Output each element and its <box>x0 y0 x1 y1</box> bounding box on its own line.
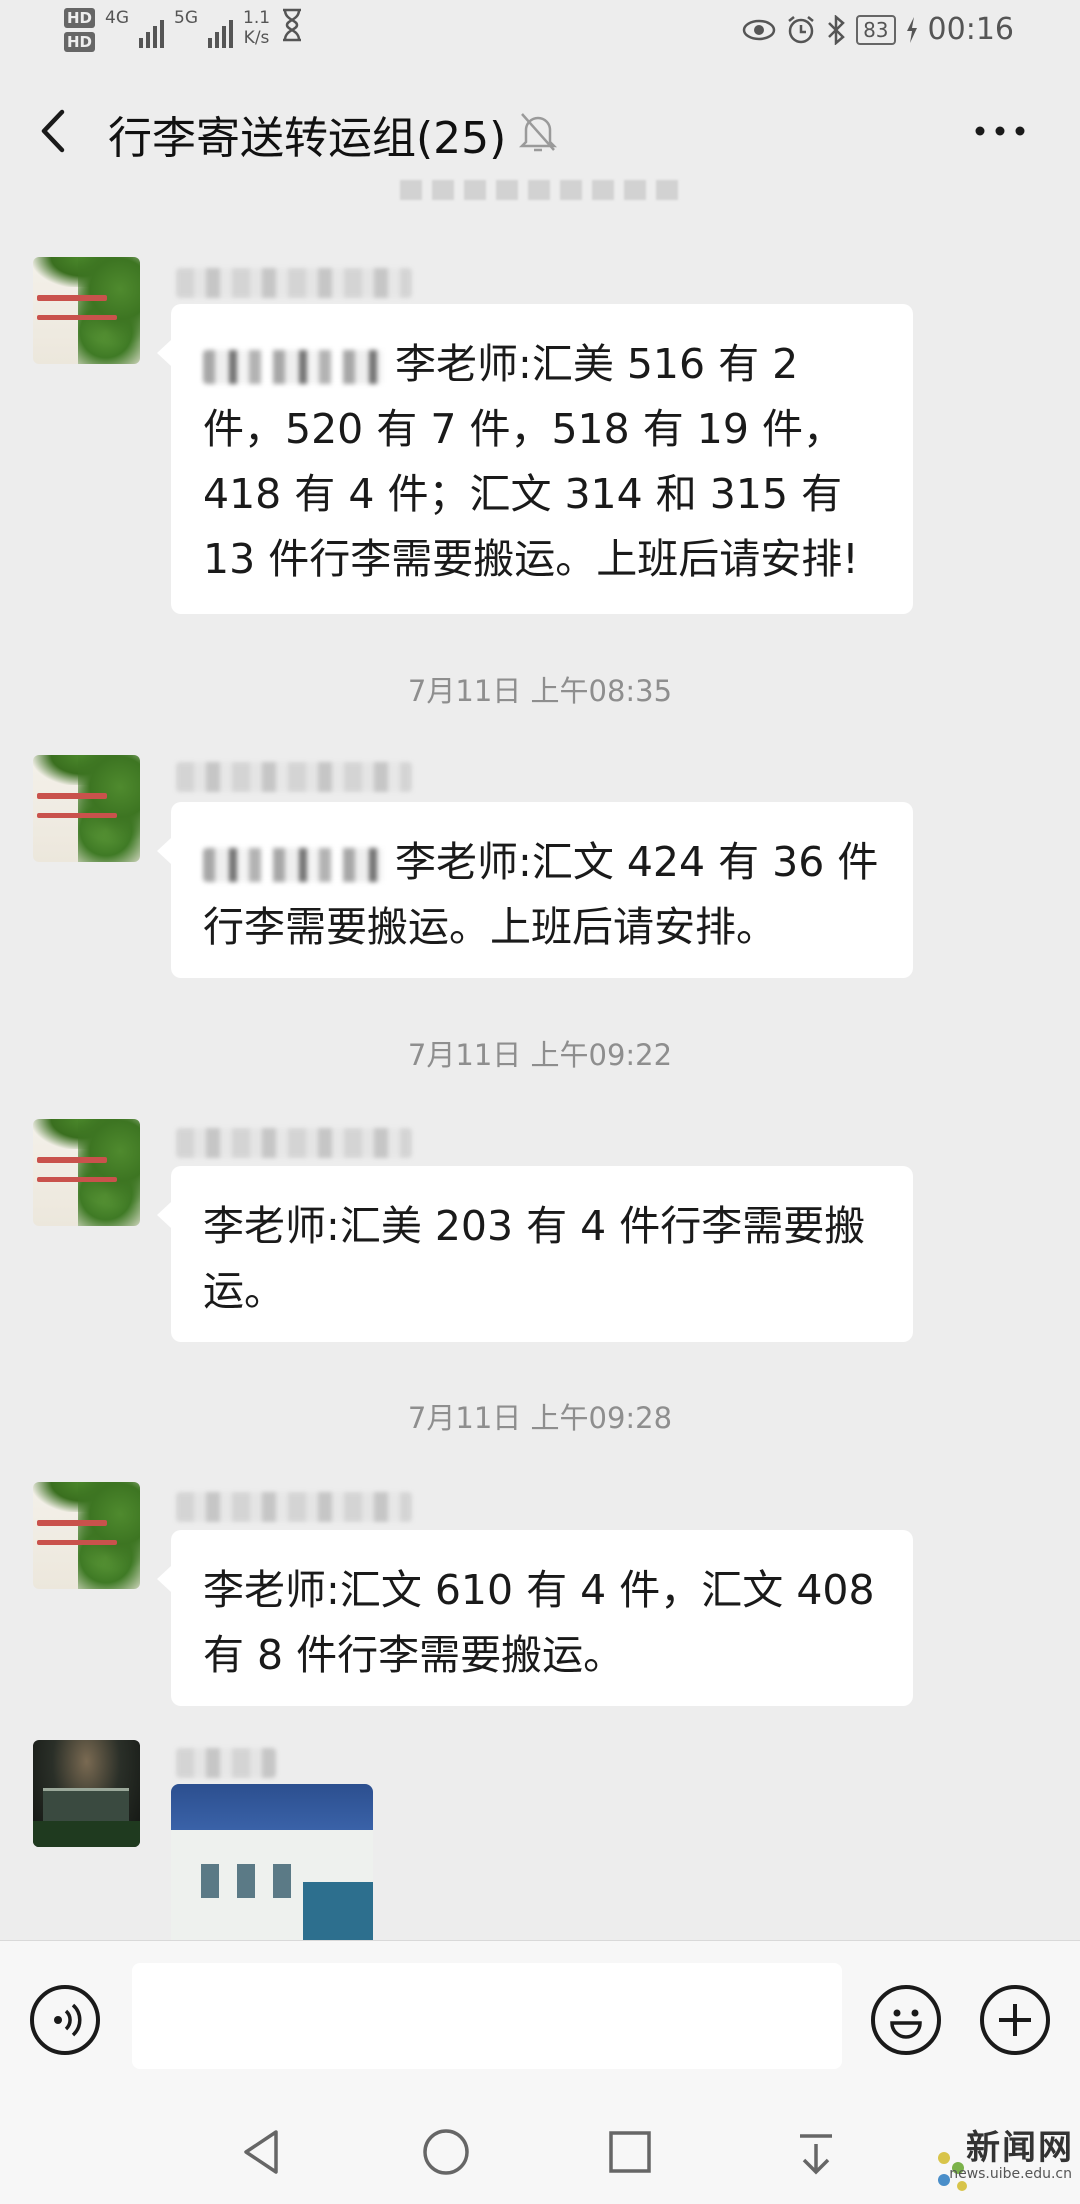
mention-blurred <box>203 848 383 882</box>
network-5g-label: 5G <box>174 8 199 28</box>
message-text: 李老师:汇文 610 有 4 件，汇文 408 有 8 件行李需要搬运。 <box>203 1566 875 1679</box>
status-bar: HD HD 4G 5G 1.1 K/s 83 00:16 <box>0 0 1080 66</box>
sender-name-blurred <box>176 1492 412 1522</box>
watermark-title: 新闻网 <box>966 2128 1074 2168</box>
nav-recents-icon[interactable] <box>600 2122 660 2182</box>
status-right: 83 00:16 <box>742 12 1014 47</box>
muted-bell-icon <box>518 113 558 152</box>
sender-name-blurred <box>176 762 412 792</box>
plus-icon[interactable] <box>980 1985 1050 2055</box>
message-bubble[interactable]: 李老师:汇文 424 有 36 件行李需要搬运。上班后请安排。 <box>157 802 913 978</box>
hd-indicators: HD HD <box>64 8 96 52</box>
nav-home-icon[interactable] <box>416 2122 476 2182</box>
sender-avatar[interactable] <box>33 1482 140 1589</box>
eye-icon <box>742 19 776 40</box>
chat-header: 行李寄送转运组(25) <box>0 66 1080 196</box>
chat-title: 行李寄送转运组(25) <box>108 113 507 164</box>
emoji-icon[interactable] <box>871 1985 941 2055</box>
hd-badge-1: HD <box>64 8 96 28</box>
sender-avatar[interactable] <box>33 755 140 862</box>
alarm-icon <box>788 15 814 43</box>
timestamp-cutoff <box>400 180 680 200</box>
sender-avatar[interactable] <box>33 257 140 364</box>
charging-icon <box>906 16 917 43</box>
sender-name-blurred <box>176 1128 412 1158</box>
message-bubble[interactable]: 李老师:汇文 610 有 4 件，汇文 408 有 8 件行李需要搬运。 <box>157 1530 913 1706</box>
voice-input-icon[interactable] <box>30 1985 100 2055</box>
hourglass-icon <box>283 8 302 42</box>
watermark-url: news.uibe.edu.cn <box>949 2166 1072 2182</box>
nav-notification-pull-icon[interactable] <box>786 2122 846 2182</box>
clock: 00:16 <box>927 12 1014 47</box>
speed-value: 1.1 <box>243 8 271 28</box>
bluetooth-icon <box>828 14 845 45</box>
sender-avatar[interactable] <box>33 1119 140 1226</box>
signal-icon-2 <box>208 8 234 48</box>
mention-blurred <box>203 350 383 384</box>
message-text: 李老师:汇美 203 有 4 件行李需要搬运。 <box>203 1202 866 1315</box>
speed-unit: K/s <box>243 28 270 48</box>
signal-icon <box>139 8 165 48</box>
sender-name-blurred <box>176 268 412 298</box>
timestamp: 7月11日 上午09:28 <box>407 1401 673 1435</box>
message-bubble[interactable]: 李老师:汇美 203 有 4 件行李需要搬运。 <box>157 1166 913 1342</box>
timestamp: 7月11日 上午08:35 <box>407 674 673 708</box>
nav-back-icon[interactable] <box>232 2122 292 2182</box>
sender-name-blurred <box>176 1748 276 1778</box>
message-bubble[interactable]: 李老师:汇美 516 有 2 件，520 有 7 件，518 有 19 件，41… <box>157 304 913 614</box>
more-options-icon[interactable] <box>970 116 1030 146</box>
timestamp: 7月11日 上午09:22 <box>407 1038 673 1072</box>
battery-level: 83 <box>856 14 896 45</box>
status-left: HD HD 4G 5G 1.1 K/s <box>64 8 304 52</box>
hd-badge-2: HD <box>64 32 96 52</box>
input-bar <box>0 1940 1080 2101</box>
image-message[interactable] <box>171 1784 373 1940</box>
sender-avatar[interactable] <box>33 1740 140 1847</box>
system-nav-bar: 新闻网 news.uibe.edu.cn <box>0 2100 1080 2204</box>
back-arrow-icon[interactable] <box>30 106 80 156</box>
watermark-logo: 新闻网 news.uibe.edu.cn <box>934 2120 1074 2196</box>
network-4g-label: 4G <box>105 8 130 28</box>
network-speed: 1.1 K/s <box>243 8 270 48</box>
message-input[interactable] <box>132 1963 842 2069</box>
